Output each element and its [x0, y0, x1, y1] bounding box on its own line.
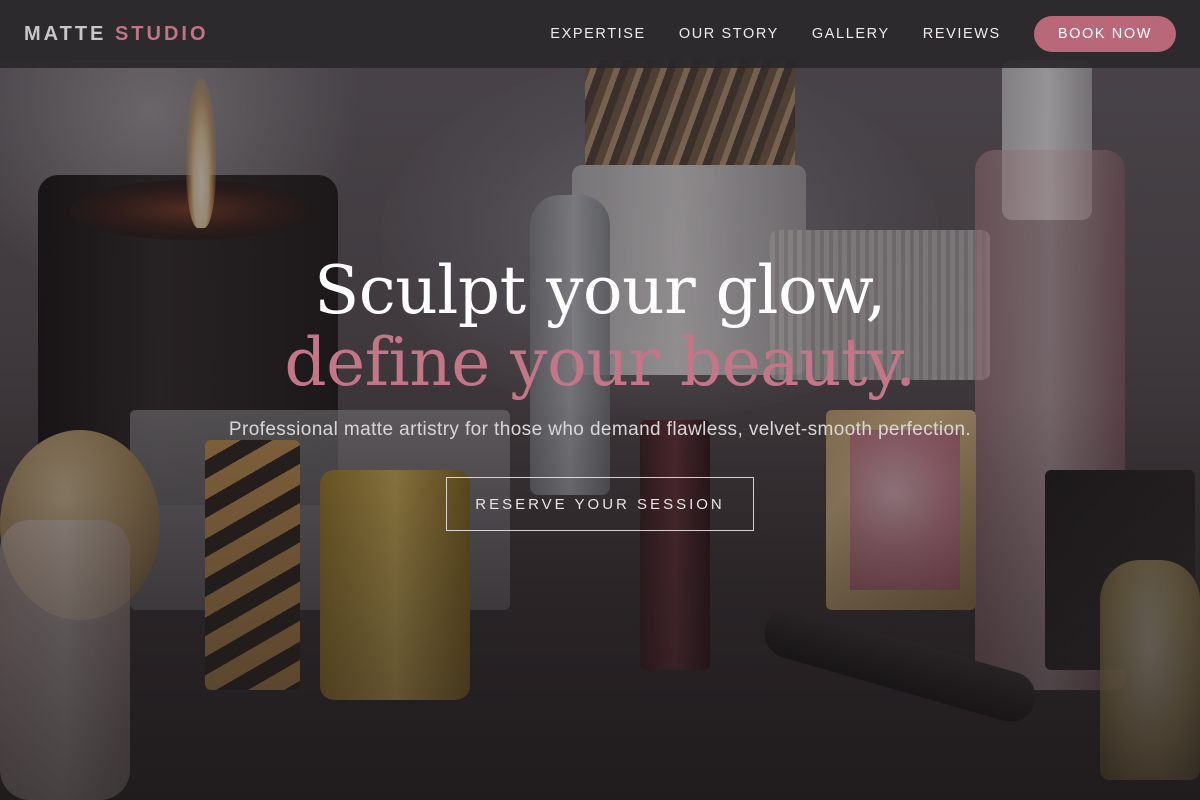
nav-link-reviews[interactable]: REVIEWS [923, 26, 1001, 42]
brand-logo[interactable]: MATTE STUDIO [24, 23, 209, 46]
nav-link-expertise[interactable]: EXPERTISE [550, 26, 646, 42]
headline-line-1: Sculpt your glow, [314, 252, 886, 329]
hero-content: Sculpt your glow, define your beauty. Pr… [0, 255, 1200, 531]
brand-name-part1: MATTE [24, 22, 107, 45]
reserve-session-button[interactable]: RESERVE YOUR SESSION [446, 477, 754, 531]
nav-link-our-story[interactable]: OUR STORY [679, 26, 779, 42]
headline-line-2: define your beauty. [284, 324, 916, 401]
nav-links: EXPERTISE OUR STORY GALLERY REVIEWS BOOK… [550, 16, 1176, 52]
nav-link-gallery[interactable]: GALLERY [812, 26, 890, 42]
brand-name-part2: STUDIO [114, 22, 209, 45]
hero-subtitle: Professional matte artistry for those wh… [228, 419, 972, 440]
hero-headline: Sculpt your glow, define your beauty. [0, 255, 1200, 399]
top-navbar: MATTE STUDIO EXPERTISE OUR STORY GALLERY… [0, 0, 1200, 68]
book-now-button[interactable]: BOOK NOW [1033, 16, 1176, 52]
